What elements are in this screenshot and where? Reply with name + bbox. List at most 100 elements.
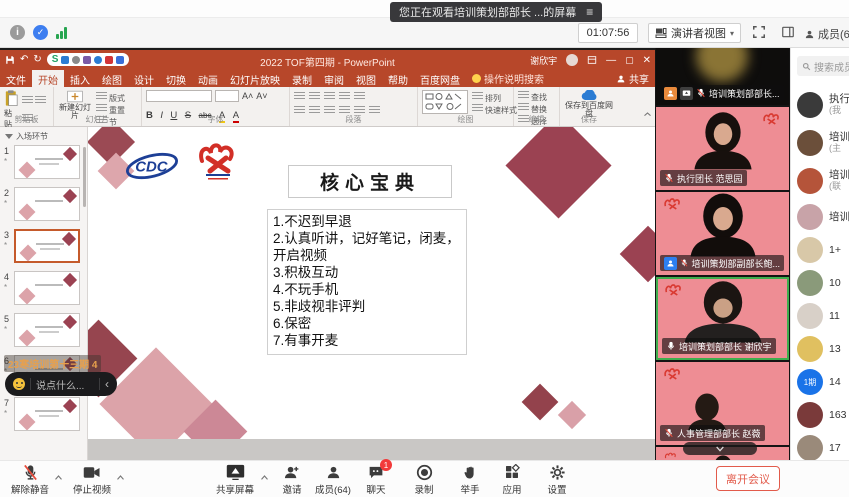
slide-thumbnail-5[interactable]: 5* [0,313,88,351]
danmaku-message: 23寒培训第十三期 4 [4,355,101,372]
share-screen-button[interactable]: 共享屏幕 [211,463,259,496]
collapse-chat-icon[interactable]: ‹ [105,377,109,391]
tab-slideshow[interactable]: 幻灯片放映 [224,70,286,87]
scroll-videos-down-button[interactable] [683,442,757,455]
video-options-chevron[interactable] [116,468,125,486]
slide-body-text[interactable]: 1.不迟到早退 2.认真听讲，记好笔记，闭麦， 开启视频 3.积极互动 4.不玩… [267,209,467,355]
tab-review[interactable]: 审阅 [318,70,350,87]
slide-title[interactable]: 核心宝典 [288,165,452,198]
members-button[interactable]: 成员(64) [309,463,357,496]
stop-video-button[interactable]: 停止视频 [68,463,116,496]
thumbnail-scrollbar[interactable] [83,147,86,207]
member-row[interactable]: 1+ [797,235,849,265]
tab-baidu-netdisk[interactable]: 百度网盘 [414,70,466,87]
close-button[interactable]: ✕ [643,55,651,66]
bullets-button[interactable] [294,92,305,101]
tab-help[interactable]: 帮助 [382,70,414,87]
member-row[interactable]: 17 [797,433,849,460]
video-tile-4-active-speaker[interactable]: 培训策划部部长 谢欣宇 [656,277,789,360]
replace-button[interactable]: 替换 [518,102,555,114]
increase-indent-button[interactable] [339,92,350,101]
video-tile-5[interactable]: 人事管理部部长 赵薇 [656,362,789,445]
chat-input-placeholder[interactable]: 说点什么... [36,377,94,392]
apps-button[interactable]: 应用 [488,463,536,496]
tab-file[interactable]: 文件 [0,70,32,87]
find-button[interactable]: 查找 [518,90,555,102]
slide-canvas[interactable]: CDC 核心宝典 1.不迟到早退 2.认真听讲，记好笔记，闭麦， 开启视频 3.… [88,127,655,439]
tab-view[interactable]: 视图 [350,70,382,87]
member-row[interactable]: 执行(我 [797,88,849,122]
minimize-button[interactable]: — [606,55,616,66]
member-row[interactable]: 13 [797,334,849,364]
dropdown-arrow-icon: ▾ [730,29,734,38]
video-tile-2[interactable]: 执行团长 范思园 [656,107,789,190]
quick-chat-bar[interactable]: 说点什么... ‹ [5,372,117,396]
slide-thumbnail-1[interactable]: 1* [0,145,88,183]
font-name-select[interactable] [146,90,212,102]
video-tile-3[interactable]: 培训策划部副部长鲍... [656,192,789,275]
avatar [797,130,823,156]
share-button[interactable]: 共享 [616,71,649,86]
leave-meeting-button[interactable]: 离开会议 [716,466,780,491]
slide-thumbnail-7[interactable]: 7* [0,397,88,435]
font-size-select[interactable] [215,90,239,102]
record-button[interactable]: 录制 [400,463,448,496]
ribbon-options-icon[interactable] [587,55,597,65]
raise-hand-button[interactable]: 举手 [446,463,494,496]
member-row[interactable]: 培训 [797,202,849,232]
tab-home[interactable]: 开始 [32,70,64,87]
drawing-group-label: 绘图 [418,114,513,125]
slide-thumbnail-4[interactable]: 4* [0,271,88,309]
tab-transitions[interactable]: 切换 [160,70,192,87]
line-spacing-button[interactable] [354,92,365,101]
emoji-icon[interactable] [13,378,25,390]
section-header[interactable]: 入场环节 [5,131,48,142]
fullscreen-icon[interactable] [752,25,766,44]
tab-draw[interactable]: 绘图 [96,70,128,87]
chat-button[interactable]: 1 聊天 [352,463,400,496]
member-row[interactable]: 1期 14 [797,367,849,397]
arrange-button[interactable]: 排列 [472,91,517,103]
decrease-indent-button[interactable] [324,92,335,101]
unmute-button[interactable]: 解除静音 [6,463,54,496]
shield-icon[interactable]: ✓ [33,25,48,40]
tab-record[interactable]: 录制 [286,70,318,87]
numbering-button[interactable] [309,92,320,101]
info-icon[interactable]: i [10,25,25,40]
tab-animations[interactable]: 动画 [192,70,224,87]
search-members-input[interactable]: 搜索成员 [797,56,849,76]
collapse-ribbon-icon[interactable] [643,106,652,124]
member-row[interactable]: 11 [797,301,849,331]
member-row[interactable]: 培训(联 [797,164,849,198]
shapes-gallery[interactable] [422,90,468,114]
member-row[interactable]: 10 [797,268,849,298]
layout-button[interactable]: 版式 [96,91,125,103]
view-mode-button[interactable]: 演讲者视图 ▾ [648,23,741,43]
side-panel-toggle-icon[interactable] [781,25,795,44]
member-row[interactable]: 培训(主 [797,126,849,160]
avatar [797,435,823,460]
member-row[interactable]: 163 [797,400,849,430]
video-tile-1[interactable]: 培训策划部部长... [656,48,789,105]
settings-button[interactable]: 设置 [533,463,581,496]
tab-insert[interactable]: 插入 [64,70,96,87]
slide-thumbnail-3-selected[interactable]: 3* [0,229,88,267]
shrink-font-icon[interactable]: A˅ [256,91,267,101]
grow-font-icon[interactable]: A˄ [242,91,253,101]
clipboard-group: 粘贴 剪贴板 [0,87,54,126]
maximize-button[interactable]: ▢ [625,55,634,66]
members-panel-header[interactable]: 成员(64) [804,26,849,42]
view-mode-label: 演讲者视图 [671,25,726,41]
avatar [797,168,823,194]
network-signal-icon [56,26,67,39]
participant-label: 培训策划部部长 谢欣宇 [662,338,776,354]
user-avatar[interactable] [566,54,578,66]
tell-me-search[interactable]: 操作说明搜索 [466,70,550,87]
tab-design[interactable]: 设计 [128,70,160,87]
slide-thumbnail-2[interactable]: 2* [0,187,88,225]
avatar [797,336,823,362]
menu-icon[interactable]: ≡ [586,5,593,19]
clipboard-group-label: 剪贴板 [0,114,53,125]
mic-on-icon [666,341,676,351]
mic-options-chevron[interactable] [54,468,63,486]
